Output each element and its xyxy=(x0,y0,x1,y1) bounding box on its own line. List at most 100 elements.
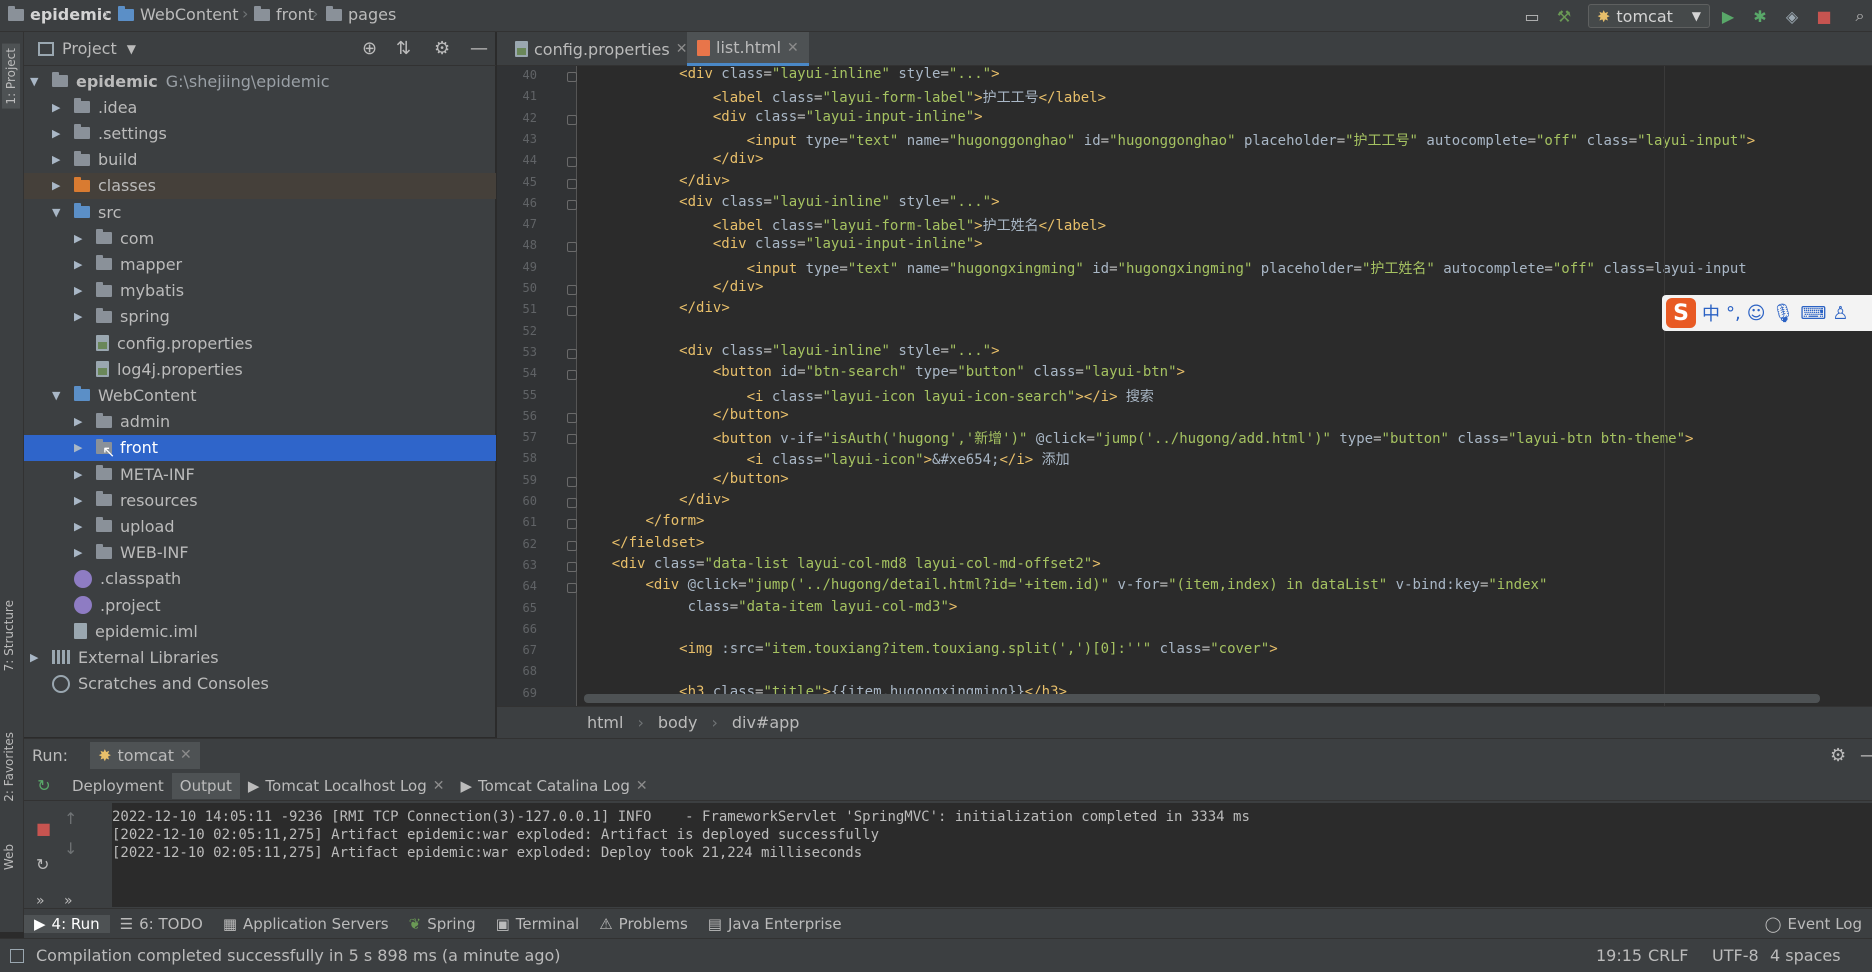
fold-marker-icon[interactable] xyxy=(567,285,577,295)
console-output[interactable]: 2022-12-10 14:05:11 -9236 [RMI TCP Conne… xyxy=(112,803,1872,907)
breadcrumb-pages[interactable]: pages xyxy=(326,5,396,24)
tab-tomcat-catalina-log[interactable]: ▶ Tomcat Catalina Log ✕ xyxy=(452,773,655,799)
fold-marker-icon[interactable] xyxy=(567,199,577,210)
crumb-div-app[interactable]: div#app xyxy=(732,713,800,732)
run-configuration-select[interactable]: ✸ tomcat ▼ xyxy=(1588,4,1710,28)
fold-marker-icon[interactable] xyxy=(567,114,577,125)
chevron-right-icon[interactable]: ▶ xyxy=(74,415,88,428)
chevron-right-icon[interactable]: ▶ xyxy=(52,179,66,192)
chevron-right-icon[interactable]: ▶ xyxy=(52,101,66,114)
chevron-down-icon[interactable]: ▼ xyxy=(127,42,136,56)
tree-item[interactable]: .classpath xyxy=(24,566,496,592)
code-editor[interactable]: <div class="layui-inline" style="..."> <… xyxy=(578,66,1872,706)
search-icon[interactable]: ⌕ xyxy=(1848,4,1872,28)
tool-application-servers[interactable]: ▦ Application Servers xyxy=(213,915,399,933)
chevron-right-icon[interactable]: ▶ xyxy=(74,284,88,297)
close-icon[interactable]: ✕ xyxy=(180,747,192,763)
more-icon[interactable]: » xyxy=(64,893,73,909)
fold-marker-icon[interactable] xyxy=(567,434,577,445)
tree-item[interactable]: ▶ spring xyxy=(24,304,496,330)
run-icon[interactable]: ▶ xyxy=(1716,4,1740,28)
more-icon[interactable]: » xyxy=(36,893,45,909)
tool-terminal[interactable]: ▣ Terminal xyxy=(486,915,590,933)
keyboard-icon[interactable]: ⌨ xyxy=(1800,303,1826,324)
stop-icon[interactable]: ■ xyxy=(1812,4,1836,28)
close-icon[interactable]: ✕ xyxy=(433,778,445,794)
tree-item[interactable]: ▶ upload xyxy=(24,513,496,539)
tree-item[interactable]: ▶ .settings xyxy=(24,120,496,146)
run-tab-tomcat[interactable]: ✸ tomcat ✕ xyxy=(90,741,200,769)
sogou-logo-icon[interactable]: S xyxy=(1666,298,1696,328)
chevron-down-icon[interactable]: ▼ xyxy=(52,206,66,219)
tool-tab-structure[interactable]: 7: Structure xyxy=(2,600,16,671)
tree-item[interactable]: ▼ src xyxy=(24,199,496,225)
scroll-up-icon[interactable]: ↑ xyxy=(64,809,77,828)
chevron-right-icon[interactable]: ▶ xyxy=(74,232,88,245)
chevron-right-icon[interactable]: ▶ xyxy=(74,258,88,271)
fold-marker-icon[interactable] xyxy=(567,540,577,551)
tree-item[interactable]: ▶ External Libraries xyxy=(24,644,496,670)
fold-marker-icon[interactable] xyxy=(567,348,577,359)
tree-item[interactable]: .project xyxy=(24,592,496,618)
tree-item[interactable]: ▶ classes xyxy=(24,172,496,199)
chevron-right-icon[interactable]: ▶ xyxy=(74,310,88,323)
chevron-right-icon[interactable]: ▶ xyxy=(74,468,88,481)
breadcrumb-front[interactable]: front xyxy=(254,5,314,24)
collapse-all-icon[interactable]: ⇅ xyxy=(396,38,411,59)
tree-item[interactable]: ▶ mybatis xyxy=(24,278,496,304)
horizontal-scrollbar[interactable] xyxy=(584,694,1820,703)
status-message[interactable]: Compilation completed successfully in 5 … xyxy=(36,946,561,965)
chevron-right-icon[interactable]: ▶ xyxy=(52,153,66,166)
fold-marker-icon[interactable] xyxy=(567,370,577,381)
tool-tab-favorites[interactable]: 2: Favorites xyxy=(2,732,16,802)
gear-icon[interactable]: ⚙ xyxy=(434,38,450,59)
punctuation-icon[interactable]: °, xyxy=(1726,303,1741,324)
fold-marker-icon[interactable] xyxy=(567,306,577,317)
microphone-icon[interactable]: 🎙 xyxy=(1772,303,1795,324)
ime-language[interactable]: 中 xyxy=(1702,300,1720,326)
file-encoding[interactable]: UTF-8 xyxy=(1712,946,1759,965)
close-icon[interactable]: ✕ xyxy=(676,41,688,57)
tree-item[interactable]: ▼ WebContent xyxy=(24,382,496,408)
tree-item[interactable]: epidemic.iml xyxy=(24,618,496,644)
debug-icon[interactable]: ✱ xyxy=(1748,4,1772,28)
tree-item[interactable]: ▼ epidemic G:\shejiing\epidemic xyxy=(24,68,496,94)
tree-item[interactable]: ▶ admin xyxy=(24,409,496,435)
coverage-icon[interactable]: ◈ xyxy=(1780,4,1804,28)
locate-icon[interactable]: ⊕ xyxy=(362,38,377,59)
fold-marker-icon[interactable] xyxy=(567,561,577,572)
tool-windows-icon[interactable] xyxy=(10,948,24,963)
tree-item[interactable]: ▶ .idea xyxy=(24,94,496,120)
indent-setting[interactable]: 4 spaces xyxy=(1770,946,1841,965)
gear-icon[interactable]: ⚙ xyxy=(1830,745,1846,766)
tool-java-enterprise[interactable]: ▤ Java Enterprise xyxy=(698,915,852,933)
chevron-right-icon[interactable]: ▶ xyxy=(52,127,66,140)
fold-marker-icon[interactable] xyxy=(567,72,577,82)
restart-icon[interactable]: ↻ xyxy=(36,855,49,874)
tree-item[interactable]: ▶ META-INF xyxy=(24,461,496,487)
chevron-down-icon[interactable]: ▼ xyxy=(30,75,44,88)
breadcrumb-webcontent[interactable]: WebContent xyxy=(118,5,239,24)
chevron-right-icon[interactable]: ▶ xyxy=(74,494,88,507)
line-separator[interactable]: CRLF xyxy=(1648,946,1688,965)
fold-marker-icon[interactable] xyxy=(567,519,577,530)
tool-todo[interactable]: ☰ 6: TODO xyxy=(110,915,213,933)
tool-run[interactable]: ▶ 4: Run xyxy=(24,914,110,933)
emoji-icon[interactable]: ☺ xyxy=(1747,303,1766,324)
breadcrumb-epidemic[interactable]: epidemic xyxy=(8,5,112,24)
fold-marker-icon[interactable] xyxy=(567,178,577,189)
tab-config-properties[interactable]: config.properties ✕ xyxy=(505,32,697,66)
tool-spring[interactable]: ❦ Spring xyxy=(399,915,486,933)
project-view-label[interactable]: Project xyxy=(62,39,117,58)
tool-tab-web[interactable]: Web xyxy=(2,844,16,870)
caret-position[interactable]: 19:15 xyxy=(1596,946,1642,965)
tool-event-log[interactable]: ◯ Event Log xyxy=(1755,915,1872,933)
chevron-right-icon[interactable]: ▶ xyxy=(74,441,88,454)
chevron-right-icon[interactable]: ▶ xyxy=(74,520,88,533)
scroll-down-icon[interactable]: ↓ xyxy=(64,839,77,858)
tool-tab-project[interactable]: 1: Project xyxy=(2,44,20,109)
tree-item[interactable]: ▶ build xyxy=(24,147,496,173)
tab-tomcat-localhost-log[interactable]: ▶ Tomcat Localhost Log ✕ xyxy=(240,773,453,799)
tree-item[interactable]: log4j.properties xyxy=(24,356,496,382)
tool-problems[interactable]: ⚠ Problems xyxy=(589,915,698,933)
